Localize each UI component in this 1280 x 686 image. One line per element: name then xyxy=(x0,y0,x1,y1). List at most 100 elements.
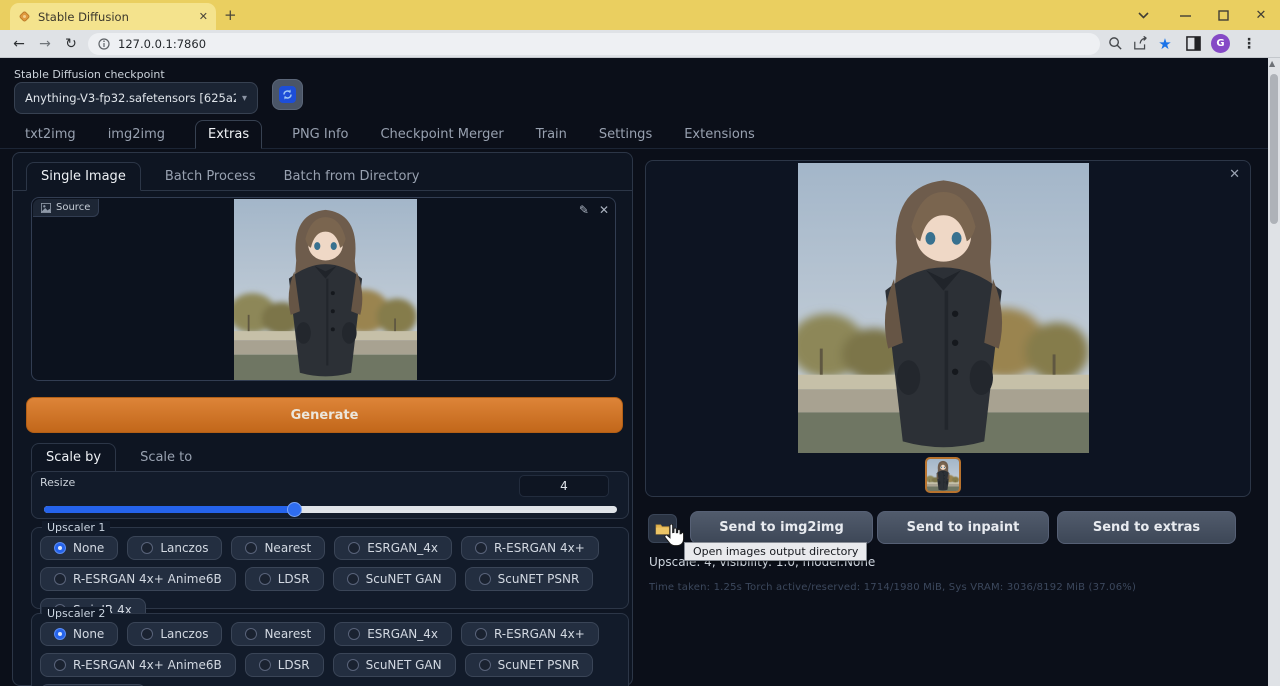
stable-diffusion-app: Stable Diffusion checkpoint Anything-V3-… xyxy=(0,58,1268,686)
upscaler-2-option-none[interactable]: None xyxy=(40,622,119,646)
result-thumbnail[interactable] xyxy=(925,457,961,493)
upscaler-2-option-nearest[interactable]: Nearest xyxy=(231,622,326,646)
send-to-img2img-button[interactable]: Send to img2img xyxy=(690,511,873,544)
tab-settings[interactable]: Settings xyxy=(597,121,654,148)
option-label: Lanczos xyxy=(160,541,209,555)
radio-icon xyxy=(348,542,361,554)
radio-icon xyxy=(258,573,271,585)
upscaler-1-option-lanczos[interactable]: Lanczos xyxy=(127,536,223,560)
avatar[interactable]: G xyxy=(1211,34,1230,53)
resize-number-input[interactable]: 4 xyxy=(519,475,609,497)
upscaler-1-option-r-esrgan-4x-anime6b[interactable]: R-ESRGAN 4x+ Anime6B xyxy=(40,567,236,591)
send-to-extras-button[interactable]: Send to extras xyxy=(1057,511,1236,544)
send-to-inpaint-button[interactable]: Send to inpaint xyxy=(877,511,1049,544)
upscaler-1-option-nearest[interactable]: Nearest xyxy=(231,536,326,560)
radio-icon xyxy=(478,659,491,671)
bookmark-star-icon[interactable]: ★ xyxy=(1152,35,1178,53)
tab-train[interactable]: Train xyxy=(534,121,569,148)
mode-tab-single-image[interactable]: Single Image xyxy=(26,162,141,191)
option-label: R-ESRGAN 4x+ Anime6B xyxy=(73,658,222,672)
new-tab-button[interactable]: + xyxy=(224,6,237,24)
window-maximize-icon[interactable] xyxy=(1214,6,1232,24)
tab-png-info[interactable]: PNG Info xyxy=(290,121,350,148)
upscaler-2-option-ldsr[interactable]: LDSR xyxy=(244,653,324,677)
mode-tab-batch-from-directory[interactable]: Batch from Directory xyxy=(280,163,424,190)
refresh-icon xyxy=(279,86,296,103)
upscaler-2-option-scunet-psnr[interactable]: ScuNET PSNR xyxy=(464,653,594,677)
resize-slider-fill xyxy=(44,506,294,513)
sidebar-icon[interactable] xyxy=(1186,36,1201,51)
edit-image-icon[interactable]: ✎ xyxy=(579,203,589,217)
radio-icon xyxy=(245,628,258,640)
tab-checkpoint-merger[interactable]: Checkpoint Merger xyxy=(378,121,505,148)
radio-icon xyxy=(245,542,258,554)
scale-tab-scale-to[interactable]: Scale to xyxy=(136,444,196,471)
checkpoint-dropdown[interactable]: Anything-V3-fp32.safetensors [625a2ba2] … xyxy=(14,82,258,114)
upscaler-2-option-esrgan-4x[interactable]: ESRGAN_4x xyxy=(334,622,452,646)
image-toolbar: ✎ ✕ xyxy=(579,203,609,217)
option-label: ScuNET GAN xyxy=(365,572,442,586)
option-label: None xyxy=(73,541,105,555)
option-label: R-ESRGAN 4x+ xyxy=(493,541,585,555)
option-label: Nearest xyxy=(264,627,312,641)
site-info-icon[interactable] xyxy=(98,37,110,50)
browser-menu-dots-icon[interactable]: ⋮ xyxy=(1236,36,1262,52)
radio-icon xyxy=(141,542,154,554)
tab-close-icon[interactable]: ✕ xyxy=(199,10,208,23)
search-icon[interactable] xyxy=(1108,36,1123,51)
refresh-checkpoint-button[interactable] xyxy=(272,79,303,110)
url-text[interactable]: 127.0.0.1:7860 xyxy=(118,37,206,51)
chevron-down-icon: ▾ xyxy=(241,92,247,104)
tab-extras[interactable]: Extras xyxy=(195,120,263,149)
result-image[interactable] xyxy=(798,163,1089,453)
radio-icon xyxy=(258,659,271,671)
upscaler-2-option-r-esrgan-4x[interactable]: R-ESRGAN 4x+ xyxy=(460,622,599,646)
screen: Stable Diffusion ✕ + ✕ ← → ↻ 127.0.0.1:7… xyxy=(0,0,1280,686)
gallery-close-icon[interactable]: ✕ xyxy=(1229,167,1240,182)
share-icon[interactable] xyxy=(1133,36,1149,51)
scrollbar-thumb[interactable] xyxy=(1270,74,1278,224)
tab-img2img[interactable]: img2img xyxy=(106,121,167,148)
radio-icon xyxy=(346,659,359,671)
scale-tab-scale-by[interactable]: Scale by xyxy=(31,443,117,472)
window-menu-chevron-icon[interactable] xyxy=(1134,6,1152,24)
checkpoint-label: Stable Diffusion checkpoint xyxy=(14,68,165,81)
upscaler-1-option-scunet-psnr[interactable]: ScuNET PSNR xyxy=(464,567,594,591)
resize-slider-handle[interactable] xyxy=(287,502,302,517)
clear-image-icon[interactable]: ✕ xyxy=(599,203,609,217)
browser-tab[interactable]: Stable Diffusion ✕ xyxy=(10,3,216,30)
radio-icon xyxy=(54,573,66,585)
window-close-icon[interactable]: ✕ xyxy=(1252,6,1270,24)
back-icon[interactable]: ← xyxy=(6,36,32,52)
upscaler-2-option-r-esrgan-4x-anime6b[interactable]: R-ESRGAN 4x+ Anime6B xyxy=(40,653,236,677)
radio-icon xyxy=(346,573,359,585)
option-label: ESRGAN_4x xyxy=(367,541,438,555)
source-chip: Source xyxy=(33,199,100,217)
tab-extensions[interactable]: Extensions xyxy=(682,121,757,148)
upscaler-1-option-ldsr[interactable]: LDSR xyxy=(244,567,324,591)
mode-tab-batch-process[interactable]: Batch Process xyxy=(161,163,260,190)
upscaler-1-option-scunet-gan[interactable]: ScuNET GAN xyxy=(332,567,456,591)
upscaler-1-option-none[interactable]: None xyxy=(40,536,119,560)
checkpoint-value: Anything-V3-fp32.safetensors [625a2ba2] xyxy=(25,91,236,105)
radio-icon xyxy=(54,659,66,671)
resize-label: Resize xyxy=(40,476,76,489)
upscaler-1-option-r-esrgan-4x[interactable]: R-ESRGAN 4x+ xyxy=(460,536,599,560)
window-minimize-icon[interactable] xyxy=(1176,6,1194,24)
upscaler2-options: None Lanczos Nearest ESRGAN_4x R-ESRGAN 4x+ R… xyxy=(40,622,622,686)
upscaler-2-option-scunet-gan[interactable]: ScuNET GAN xyxy=(332,653,456,677)
scrollbar-up-icon[interactable]: ▲ xyxy=(1269,59,1275,68)
forward-icon[interactable]: → xyxy=(32,36,58,52)
radio-icon xyxy=(348,628,361,640)
browser-tab-title: Stable Diffusion xyxy=(38,9,129,24)
reload-icon[interactable]: ↻ xyxy=(58,36,84,52)
source-image-dropzone[interactable]: Source ✎ ✕ xyxy=(31,197,616,381)
tab-txt2img[interactable]: txt2img xyxy=(23,121,78,148)
generate-button[interactable]: Generate xyxy=(26,397,623,433)
url-bar[interactable]: 127.0.0.1:7860 xyxy=(88,32,1100,55)
upscaler-2-option-lanczos[interactable]: Lanczos xyxy=(127,622,223,646)
option-label: LDSR xyxy=(277,658,310,672)
upscaler2-label: Upscaler 2 xyxy=(42,607,111,620)
upscaler1-group: Upscaler 1 None Lanczos Nearest ESRGAN_4x R-… xyxy=(31,521,629,622)
upscaler-1-option-esrgan-4x[interactable]: ESRGAN_4x xyxy=(334,536,452,560)
